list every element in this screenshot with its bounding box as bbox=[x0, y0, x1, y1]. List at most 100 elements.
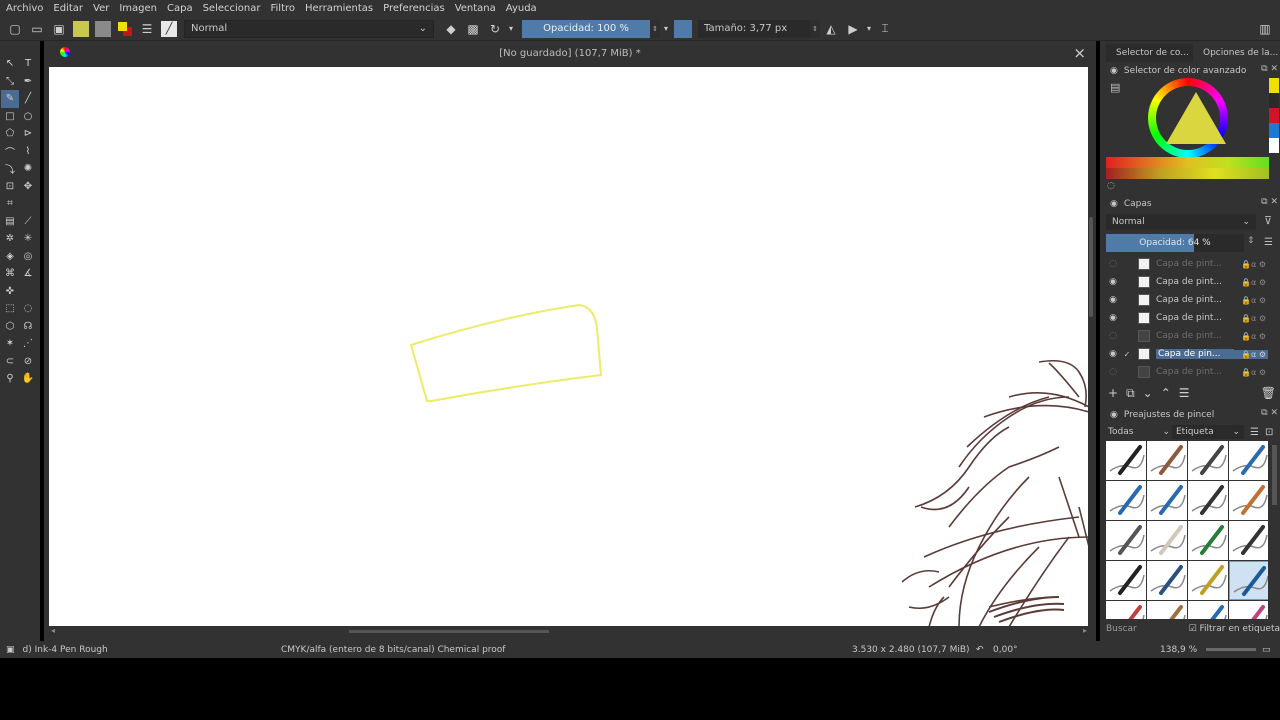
menu-ventana[interactable]: Ventana bbox=[455, 3, 496, 14]
brush-preset-tile[interactable] bbox=[1188, 521, 1228, 560]
brush-settings-icon[interactable]: ☰ bbox=[136, 19, 158, 39]
presets-scrollbar[interactable] bbox=[1271, 441, 1278, 619]
calligraphy-icon[interactable]: ✒ bbox=[19, 73, 37, 91]
move-tool-icon[interactable]: ✥ bbox=[19, 178, 37, 196]
ellipse-select-icon[interactable]: ◌ bbox=[19, 300, 37, 318]
gradient-swatch-icon[interactable] bbox=[92, 19, 114, 39]
check-icon[interactable]: ✓ bbox=[1120, 350, 1134, 359]
chevron-down-icon[interactable]: ▾ bbox=[864, 19, 874, 39]
layer-lock-icons[interactable]: 🔒α ⚙ bbox=[1234, 332, 1268, 341]
alpha-lock-icon[interactable]: ▩ bbox=[462, 19, 484, 39]
multibrush-icon[interactable]: ✺ bbox=[19, 160, 37, 178]
magnetic-select-icon[interactable]: ⊘ bbox=[19, 353, 37, 371]
layer-lock-icons[interactable]: 🔒α ⚙ bbox=[1234, 314, 1268, 323]
smart-patch-icon[interactable]: ✳ bbox=[19, 230, 37, 248]
lock-icon[interactable]: ◉ bbox=[1110, 199, 1118, 209]
opacity-slider[interactable]: Opacidad: 100 % bbox=[522, 19, 650, 38]
layer-lock-icons[interactable]: 🔒α ⚙ bbox=[1234, 349, 1268, 359]
menu-archivo[interactable]: Archivo bbox=[6, 3, 43, 14]
rotate-icon[interactable]: ↶ bbox=[976, 645, 984, 655]
brush-preset-tile[interactable] bbox=[1147, 441, 1187, 480]
freehand-select-icon[interactable]: ☊ bbox=[19, 318, 37, 336]
fill-tool-icon[interactable]: ◈ bbox=[1, 248, 19, 266]
contiguous-select-icon[interactable]: ✶ bbox=[1, 335, 19, 353]
layer-opacity-slider[interactable]: Opacidad: 64 % bbox=[1106, 234, 1244, 252]
brush-preset-tile[interactable] bbox=[1147, 521, 1187, 560]
layer-lock-icons[interactable]: 🔒α ⚙ bbox=[1234, 260, 1268, 269]
brush-preset-tile[interactable] bbox=[1106, 561, 1146, 600]
brush-preset-tile[interactable] bbox=[1229, 441, 1268, 480]
edit-shapes-icon[interactable]: ⤡ bbox=[1, 73, 19, 91]
blend-mode-select[interactable]: Normal ⌄ bbox=[184, 19, 434, 38]
eye-icon[interactable]: ◉ bbox=[1106, 277, 1120, 287]
eye-icon[interactable]: ◉ bbox=[1106, 313, 1120, 323]
similar-select-icon[interactable]: ⋰ bbox=[19, 335, 37, 353]
brush-preset-tile[interactable] bbox=[1229, 481, 1268, 520]
brush-preset-icon[interactable]: ╱ bbox=[158, 19, 180, 39]
wrap-around-icon[interactable]: ⌶ bbox=[874, 19, 896, 39]
scroll-thumb[interactable] bbox=[1089, 217, 1093, 317]
menu-seleccionar[interactable]: Seleccionar bbox=[203, 3, 261, 14]
rect-select-icon[interactable]: ⬚ bbox=[1, 300, 19, 318]
menu-filtro[interactable]: Filtro bbox=[270, 3, 295, 14]
colorize-mask-icon[interactable]: ✲ bbox=[1, 230, 19, 248]
tab-tool-options[interactable]: Opciones de la... bbox=[1193, 44, 1280, 62]
brush-preset-tile[interactable] bbox=[1229, 601, 1268, 619]
add-layer-icon[interactable]: + bbox=[1108, 386, 1118, 400]
select-shapes-icon[interactable]: ↖ bbox=[1, 55, 19, 73]
menu-capa[interactable]: Capa bbox=[167, 3, 193, 14]
layer-row[interactable]: ◌ Capa de pint... 🔒α ⚙ bbox=[1106, 327, 1268, 345]
gradient-tool-icon[interactable]: ▤ bbox=[1, 213, 19, 231]
move-down-icon[interactable]: ⌄ bbox=[1143, 386, 1153, 400]
brush-preset-tile[interactable] bbox=[1106, 441, 1146, 480]
reference-tool-icon[interactable]: ✜ bbox=[1, 283, 19, 301]
layer-row[interactable]: ◉ Capa de pint... 🔒α ⚙ bbox=[1106, 273, 1268, 291]
fg-bg-color-icon[interactable] bbox=[114, 19, 136, 39]
fullscreen-icon[interactable]: ▭ bbox=[1262, 645, 1271, 655]
brush-preset-tile[interactable] bbox=[1147, 481, 1187, 520]
line-tool-icon[interactable]: ╱ bbox=[19, 90, 37, 108]
color-picker-icon[interactable]: ⟋ bbox=[19, 213, 37, 231]
menu-ver[interactable]: Ver bbox=[93, 3, 109, 14]
layer-lock-icons[interactable]: 🔒α ⚙ bbox=[1234, 278, 1268, 287]
polyline-tool-icon[interactable]: ⊳ bbox=[19, 125, 37, 143]
pan-tool-icon[interactable]: ✋ bbox=[19, 370, 37, 388]
eye-hidden-icon[interactable]: ◌ bbox=[1106, 331, 1120, 341]
color-wheel[interactable] bbox=[1148, 78, 1228, 158]
size-spinner[interactable]: ⇕ bbox=[810, 19, 820, 38]
view-menu-icon[interactable]: ☰ bbox=[1250, 427, 1259, 438]
eye-hidden-icon[interactable]: ◌ bbox=[1106, 367, 1120, 377]
layer-blend-select[interactable]: Normal ⌄ bbox=[1106, 214, 1256, 230]
eye-icon[interactable]: ◉ bbox=[1106, 295, 1120, 305]
lock-icon[interactable]: ◉ bbox=[1110, 410, 1118, 420]
color-shade-bar[interactable] bbox=[1106, 157, 1269, 179]
brush-preset-tile[interactable] bbox=[1229, 561, 1268, 600]
layer-row[interactable]: ◉ Capa de pint... 🔒α ⚙ bbox=[1106, 309, 1268, 327]
drawing-canvas[interactable] bbox=[49, 67, 1088, 626]
bezier-tool-icon[interactable]: ⌒ bbox=[1, 143, 19, 161]
save-preset-icon[interactable]: ⊡ bbox=[1265, 427, 1273, 438]
layer-lock-icons[interactable]: 🔒α ⚙ bbox=[1234, 368, 1268, 377]
brush-preset-tile[interactable] bbox=[1147, 601, 1187, 619]
scroll-thumb[interactable] bbox=[1272, 445, 1277, 505]
transform-tool-icon[interactable]: ⊡ bbox=[1, 178, 19, 196]
rectangle-tool-icon[interactable]: □ bbox=[1, 108, 19, 126]
zoom-tool-icon[interactable]: ⚲ bbox=[1, 370, 19, 388]
layer-row[interactable]: ◌ Capa de pint... 🔒α ⚙ bbox=[1106, 255, 1268, 273]
eye-hidden-icon[interactable]: ◌ bbox=[1106, 259, 1120, 269]
open-folder-icon[interactable]: ▭ bbox=[26, 19, 48, 39]
history-swatch[interactable] bbox=[1269, 78, 1279, 93]
brush-preset-tile[interactable] bbox=[1106, 521, 1146, 560]
eraser-icon[interactable]: ◆ bbox=[440, 19, 462, 39]
filter-icon[interactable]: ⊽ bbox=[1264, 214, 1272, 227]
layer-lock-icons[interactable]: 🔒α ⚙ bbox=[1234, 296, 1268, 305]
text-tool-icon[interactable]: T bbox=[19, 55, 37, 73]
ellipse-tool-icon[interactable]: ○ bbox=[19, 108, 37, 126]
layer-properties-icon[interactable]: ☰ bbox=[1179, 386, 1190, 400]
color-triangle[interactable] bbox=[1166, 92, 1226, 144]
color-history-strip[interactable] bbox=[1269, 78, 1279, 153]
zoom-slider[interactable] bbox=[1206, 648, 1256, 651]
polygon-select-icon[interactable]: ⬡ bbox=[1, 318, 19, 336]
opacity-spinner[interactable]: ⇕ bbox=[1247, 236, 1255, 246]
layer-row[interactable]: ◉ Capa de pint... 🔒α ⚙ bbox=[1106, 291, 1268, 309]
